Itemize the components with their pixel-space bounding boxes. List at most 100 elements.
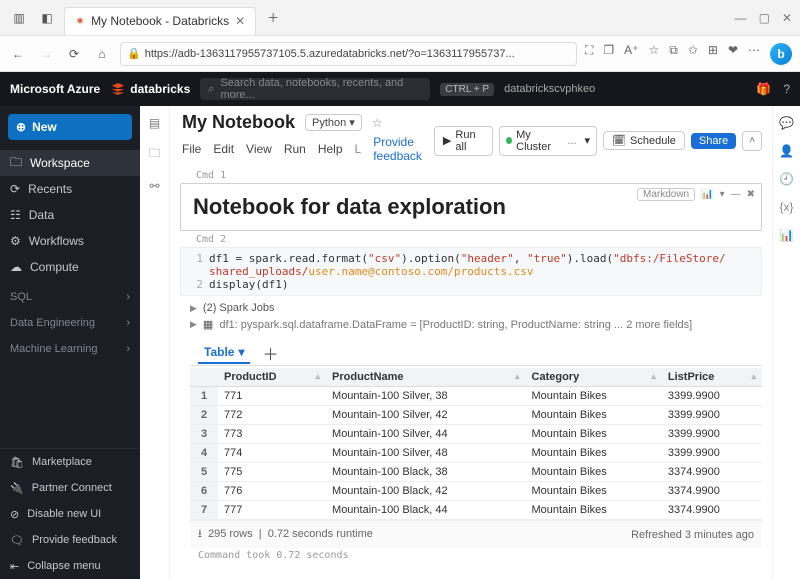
sidebar-feedback[interactable]: 🗨Provide feedback [0,527,140,553]
workspace-name[interactable]: databrickscvphkeo [504,83,595,95]
plug-icon: 🔌 [10,482,24,495]
sidebar-disable-ui[interactable]: ⊘Disable new UI [0,501,140,527]
sidebar-partner[interactable]: 🔌Partner Connect [0,475,140,501]
help-icon[interactable]: ? [783,82,790,96]
markdown-cell[interactable]: Markdown 📊 ▾ — ✖ Notebook for data explo… [180,183,762,231]
shopping-icon[interactable]: ⛶ [585,43,593,65]
new-button[interactable]: ⊕ New [8,114,132,140]
rail-notebook-icon[interactable]: ▤ [149,116,160,130]
section-ml[interactable]: Machine Learning› [0,336,140,362]
col-category[interactable]: Category▴ [526,368,662,387]
sort-icon: ▴ [751,371,756,382]
extensions-icon[interactable]: ❤ [728,43,738,65]
close-tab-icon[interactable]: ✕ [235,14,245,28]
spark-jobs-toggle[interactable]: ▶(2) Spark Jobs [190,300,762,316]
refresh-icon[interactable]: ⟳ [64,44,84,64]
back-icon[interactable]: ← [8,44,28,64]
notebook-content: My Notebook Python▾ ☆ File Edit View Run… [170,106,772,579]
chevron-down-icon: ▾ [349,116,355,129]
sidebar-item-workflows[interactable]: ⚙Workflows [0,228,140,254]
rail-folder-icon[interactable]: 🗀 [148,144,160,165]
close-window-icon[interactable]: ✕ [782,11,792,25]
url-text: https://adb-1363117955737105.5.azuredata… [145,48,515,60]
new-tab-icon[interactable]: ＋ [262,7,284,29]
user-icon[interactable]: 👤 [779,144,794,158]
add-viz-button[interactable]: ＋ [262,341,278,365]
sidebar-collapse[interactable]: ⇤Collapse menu [0,553,140,579]
provide-feedback-link[interactable]: Provide feedback [373,135,422,163]
global-search[interactable]: ⌕ Search data, notebooks, recents, and m… [200,78,430,100]
minimize-icon[interactable]: — [735,11,747,25]
download-icon[interactable]: ⭳ [198,528,202,540]
chart-icon[interactable]: 📊 [701,189,713,200]
databricks-logo[interactable]: databricks [110,81,190,97]
menu-view[interactable]: View [246,142,272,156]
sidebar-item-data[interactable]: ☷Data [0,202,140,228]
section-sql[interactable]: SQL› [0,284,140,310]
chevron-right-icon: › [126,317,130,329]
code-cell[interactable]: 1df1 = spark.read.format("csv").option("… [180,247,762,296]
col-listprice[interactable]: ListPrice▴ [662,368,762,387]
cell-type-selector[interactable]: Markdown [637,188,695,201]
col-productid[interactable]: ProductID▴ [218,368,326,387]
menu-run[interactable]: Run [284,142,306,156]
chevron-down-icon[interactable]: ▾ [720,189,725,200]
comments-icon[interactable]: 💬 [779,116,794,130]
nav-sections: SQL› Data Engineering› Machine Learning› [0,282,140,364]
browser-tab[interactable]: ✶ My Notebook - Databricks ✕ [64,7,256,35]
minimize-cell-icon[interactable]: — [731,189,741,200]
table-row[interactable]: 2772Mountain-100 Silver, 42Mountain Bike… [190,406,762,425]
chart-rail-icon[interactable]: 📊 [779,228,794,242]
read-aloud-icon[interactable]: A⁺ [624,43,638,65]
menu-help[interactable]: Help [318,142,343,156]
table-row[interactable]: 5775Mountain-100 Black, 38Mountain Bikes… [190,463,762,482]
favorite-toggle[interactable]: ☆ [372,116,383,130]
table-row[interactable]: 7777Mountain-100 Black, 44Mountain Bikes… [190,501,762,520]
bing-chat-icon[interactable]: b [770,43,792,65]
sidebar-item-workspace[interactable]: 🗀Workspace [0,150,140,176]
history-icon[interactable]: 🕘 [779,172,794,186]
variables-icon[interactable]: {x} [779,200,793,214]
sidebar-item-compute[interactable]: ☁Compute [0,254,140,280]
split-icon[interactable]: ⧉ [669,43,678,65]
collections-icon[interactable]: ⊞ [708,43,718,65]
share-button[interactable]: Share [691,133,736,149]
table-row[interactable]: 1771Mountain-100 Silver, 38Mountain Bike… [190,387,762,406]
cluster-selector[interactable]: My Cluster...▾ [499,126,597,156]
schema-toggle[interactable]: ▶▦df1: pyspark.sql.dataframe.DataFrame =… [190,316,762,333]
table-row[interactable]: 3773Mountain-100 Silver, 44Mountain Bike… [190,425,762,444]
database-icon: ☷ [10,208,21,222]
chevron-right-icon: › [126,343,130,355]
compare-icon[interactable]: ❐ [603,43,614,65]
notebook-title[interactable]: My Notebook [182,112,295,133]
more-icon[interactable]: ⋯ [748,43,760,65]
sort-icon: ▴ [515,371,520,382]
url-bar: ← → ⟳ ⌂ 🔒 https://adb-1363117955737105.5… [0,36,800,72]
maximize-icon[interactable]: ▢ [759,11,770,25]
table-row[interactable]: 4774Mountain-100 Silver, 48Mountain Bike… [190,444,762,463]
schedule-button[interactable]: 🗓Schedule [603,131,685,150]
expand-button[interactable]: ˄ [742,131,762,151]
gift-icon[interactable]: 🎁 [756,82,771,96]
table-tab[interactable]: Table▾ [198,342,250,364]
section-de[interactable]: Data Engineering› [0,310,140,336]
language-selector[interactable]: Python▾ [305,114,362,131]
rail-share-icon[interactable]: ⚯ [149,179,159,193]
tab-title: My Notebook - Databricks [91,14,229,28]
home-icon[interactable]: ⌂ [92,44,112,64]
col-productname[interactable]: ProductName▴ [326,368,525,387]
run-all-button[interactable]: ▶Run all [434,126,493,156]
sidebar-icon[interactable]: ◧ [36,7,58,29]
star-icon[interactable]: ☆ [648,43,659,65]
main-area: ▤ 🗀 ⚯ My Notebook Python▾ ☆ File Edit Vi… [140,106,800,579]
table-row[interactable]: 6776Mountain-100 Black, 42Mountain Bikes… [190,482,762,501]
address-field[interactable]: 🔒 https://adb-1363117955737105.5.azureda… [120,42,577,66]
sidebar-marketplace[interactable]: 🛍Marketplace [0,449,140,475]
menu-file[interactable]: File [182,142,201,156]
chevron-down-icon: ▾ [238,345,244,359]
workspaces-icon[interactable]: ▥ [8,7,30,29]
menu-edit[interactable]: Edit [213,142,234,156]
sidebar-item-recents[interactable]: ⟳Recents [0,176,140,202]
close-cell-icon[interactable]: ✖ [747,189,755,200]
favorites-icon[interactable]: ✩ [688,43,698,65]
